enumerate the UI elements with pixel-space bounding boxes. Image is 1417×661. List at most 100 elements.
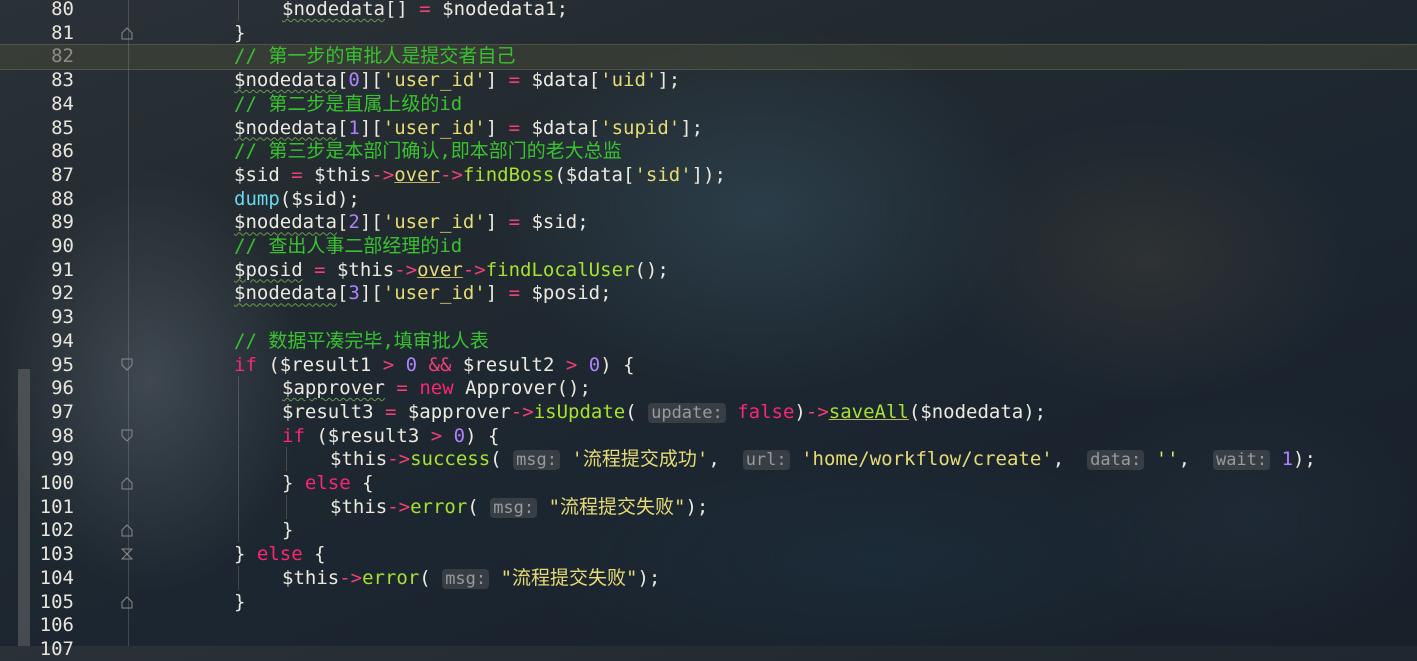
fold-end-icon[interactable] [121,595,133,609]
code-text[interactable]: } else { [234,542,326,566]
code-line-94[interactable]: 94 // 数据平凑完毕,填审批人表 [0,329,1417,353]
line-number[interactable]: 80 [0,0,74,21]
code-editor[interactable]: 80 $nodedata[] = $nodedata1; 81} 82// 第一步的审… [0,0,1417,660]
line-number[interactable]: 88 [0,187,74,211]
fold-both-icon[interactable] [121,547,133,561]
code-line-103[interactable]: 103 } else { [0,542,1417,566]
line-number[interactable]: 81 [0,21,74,45]
line-number[interactable]: 95 [0,353,74,377]
code-text[interactable]: $nodedata[] = $nodedata1; [282,0,568,21]
code-text[interactable]: // 第二步是直属上级的id [234,92,462,116]
code-text[interactable]: // 数据平凑完毕,填审批人表 [234,329,489,353]
code-line-100[interactable]: 100 } else { [0,471,1417,495]
code-token: false [737,400,795,423]
line-number[interactable]: 89 [0,210,74,234]
fold-end-icon[interactable] [121,476,133,490]
code-token: findBoss [462,163,555,186]
code-text[interactable]: dump($sid); [234,187,360,211]
code-line-99[interactable]: 99 $this->success( msg: '流程提交成功', url: 'h… [0,447,1417,472]
code-text[interactable]: $nodedata[2]['user_id'] = $sid; [234,210,589,234]
line-number[interactable]: 102 [0,518,74,542]
code-text[interactable]: } else { [282,471,374,495]
code-text[interactable]: // 第一步的审批人是提交者自己 [234,44,515,68]
code-line-106[interactable]: 106 [0,613,1417,637]
code-text[interactable]: if ($result3 > 0) { [282,424,499,448]
code-line-86[interactable]: 86 // 第三步是本部门确认,即本部门的老大总监 [0,139,1417,163]
line-number[interactable]: 107 [0,637,74,661]
code-text[interactable]: $this->error( msg: "流程提交失败"); [330,495,708,520]
line-number[interactable]: 96 [0,376,74,400]
code-line-91[interactable]: 91 $posid = $this->over->findLocalUser(); [0,258,1417,282]
code-text[interactable]: $sid = $this->over->findBoss($data['sid'… [234,163,726,187]
code-text[interactable]: } [282,518,293,542]
code-token: over [417,258,463,281]
line-number[interactable]: 83 [0,68,74,92]
code-line-96[interactable]: 96 $approver = new Approver(); [0,376,1417,401]
code-token: ]; [657,69,681,92]
code-line-83[interactable]: 83 $nodedata[0]['user_id'] = $data['uid']… [0,68,1417,92]
code-text[interactable]: // 查出人事二部经理的id [234,234,462,258]
line-number[interactable]: 103 [0,542,74,566]
line-number[interactable]: 87 [0,163,74,187]
line-number[interactable]: 99 [0,447,74,471]
code-token: 2 [348,211,360,234]
line-number[interactable]: 82 [0,44,74,68]
line-number[interactable]: 97 [0,400,74,424]
line-number[interactable]: 106 [0,613,74,637]
code-line-104[interactable]: 104 $this->error( msg: "流程提交失败"); [0,565,1417,591]
code-text[interactable]: $nodedata[1]['user_id'] = $data['supid']… [234,116,703,140]
indent-guide [286,447,287,472]
code-text[interactable]: $nodedata[3]['user_id'] = $posid; [234,281,612,305]
code-line-93[interactable]: 93 [0,305,1417,329]
code-text[interactable]: $this->error( msg: "流程提交失败"); [282,566,660,591]
code-text[interactable]: $posid = $this->over->findLocalUser(); [234,258,669,282]
code-line-107[interactable]: 107 [0,637,1417,661]
code-line-82[interactable]: 82 // 第一步的审批人是提交者自己 [0,44,1417,68]
fold-end-icon[interactable] [121,26,133,40]
fold-start-icon[interactable] [121,358,133,372]
code-line-90[interactable]: 90 // 查出人事二部经理的id [0,234,1417,258]
line-number[interactable]: 86 [0,139,74,163]
code-line-95[interactable]: 95 if ($result1 > 0 && $result2 > 0) { [0,353,1417,377]
line-number[interactable]: 104 [0,566,74,590]
code-line-84[interactable]: 84 // 第二步是直属上级的id [0,92,1417,116]
line-number[interactable]: 101 [0,495,74,519]
code-line-80[interactable]: 80 $nodedata[] = $nodedata1; [0,0,1417,21]
code-line-89[interactable]: 89 $nodedata[2]['user_id'] = $sid; [0,210,1417,234]
code-text[interactable]: $approver = new Approver(); [282,376,591,400]
code-line-88[interactable]: 88 dump($sid); [0,187,1417,211]
code-text[interactable]: if ($result1 > 0 && $result2 > 0) { [234,353,635,377]
code-line-102[interactable]: 102} [0,518,1417,543]
code-token: ); [637,566,661,589]
line-number[interactable]: 85 [0,116,74,140]
code-token: { [302,543,326,566]
code-line-92[interactable]: 92 $nodedata[3]['user_id'] = $posid; [0,281,1417,305]
code-line-105[interactable]: 105} [0,590,1417,614]
fold-start-icon[interactable] [121,429,133,443]
code-line-97[interactable]: 97 $result3 = $approver->isUpdate( update… [0,399,1417,425]
code-line-81[interactable]: 81} [0,21,1417,45]
code-line-87[interactable]: 87 $sid = $this->over->findBoss($data['si… [0,163,1417,187]
line-number[interactable]: 91 [0,258,74,282]
line-number[interactable]: 98 [0,424,74,448]
line-number[interactable]: 84 [0,92,74,116]
code-text[interactable]: } [234,21,245,45]
code-text[interactable]: $result3 = $approver->isUpdate( update: … [282,400,1046,425]
code-token: $sid [234,163,292,186]
line-number[interactable]: 92 [0,281,74,305]
code-text[interactable]: $this->success( msg: '流程提交成功', url: 'hom… [330,447,1316,472]
code-line-98[interactable]: 98 if ($result3 > 0) { [0,423,1417,448]
code-token: 'sid' [634,163,692,186]
line-number[interactable]: 105 [0,590,74,614]
line-number[interactable]: 94 [0,329,74,353]
line-number[interactable]: 90 [0,234,74,258]
code-text[interactable]: } [234,590,245,614]
code-text[interactable]: // 第三步是本部门确认,即本部门的老大总监 [234,139,622,163]
code-line-101[interactable]: 101 $this->error( msg: "流程提交失败"); [0,494,1417,520]
code-line-85[interactable]: 85 $nodedata[1]['user_id'] = $data['supid… [0,116,1417,140]
line-number[interactable]: 100 [0,471,74,495]
line-number[interactable]: 93 [0,305,74,329]
code-text[interactable]: $nodedata[0]['user_id'] = $data['uid']; [234,68,680,92]
fold-end-icon[interactable] [121,523,133,537]
code-token: new [419,377,454,400]
